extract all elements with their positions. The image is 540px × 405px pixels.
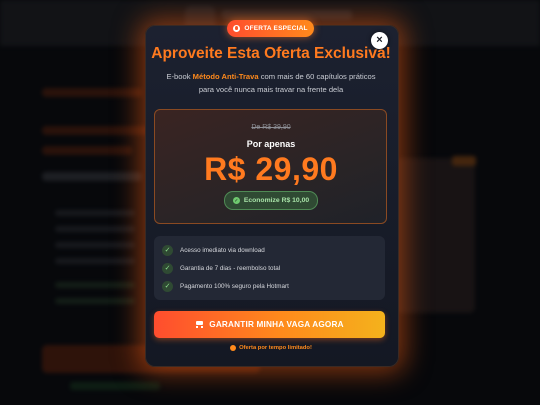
fire-icon xyxy=(233,25,241,32)
benefit-item: ✓ Pagamento 100% seguro pela Hotmart xyxy=(162,280,289,292)
cart-icon xyxy=(195,321,204,328)
limited-time-note: Oferta por tempo limitado! xyxy=(145,345,397,351)
old-price: De R$ 39,90 xyxy=(251,124,291,131)
benefit-label: Garantia de 7 dias - reembolso total xyxy=(180,264,281,272)
check-icon: ✓ xyxy=(162,262,173,274)
subtitle-line2: para você nunca mais travar na frente de… xyxy=(198,84,344,94)
benefit-label: Pagamento 100% seguro pela Hotmart xyxy=(180,282,289,290)
subtitle-rest: com mais de 60 capítulos práticos xyxy=(260,72,376,81)
check-icon: ✓ xyxy=(162,244,173,256)
product-name: Método Anti-Trava xyxy=(192,72,259,81)
benefit-item: ✓ Acesso imediato via download xyxy=(162,244,265,256)
modal-subtitle: E-book Método Anti-Trava com mais de 60 … xyxy=(150,71,392,96)
guarantee-spot-button[interactable]: GARANTIR MINHA VAGA AGORA xyxy=(154,311,385,338)
badge-label: OFERTA ESPECIAL xyxy=(244,25,308,32)
subtitle-prefix: E-book xyxy=(166,72,191,81)
special-offer-badge: OFERTA ESPECIAL xyxy=(227,20,314,37)
check-circle-icon: ✓ xyxy=(232,197,240,204)
savings-badge: ✓ Economize R$ 10,00 xyxy=(224,191,318,210)
savings-label: Economize R$ 10,00 xyxy=(243,197,310,204)
benefit-label: Acesso imediato via download xyxy=(180,246,265,254)
limited-time-label: Oferta por tempo limitado! xyxy=(239,345,312,351)
clock-icon xyxy=(230,345,237,351)
cta-label: GARANTIR MINHA VAGA AGORA xyxy=(209,320,344,329)
check-icon: ✓ xyxy=(162,280,173,292)
current-price: R$ 29,90 xyxy=(204,151,338,187)
modal-title: Aproveite Esta Oferta Exclusiva! xyxy=(151,45,391,62)
price-label: Por apenas xyxy=(246,139,296,149)
benefit-item: ✓ Garantia de 7 dias - reembolso total xyxy=(162,262,280,274)
